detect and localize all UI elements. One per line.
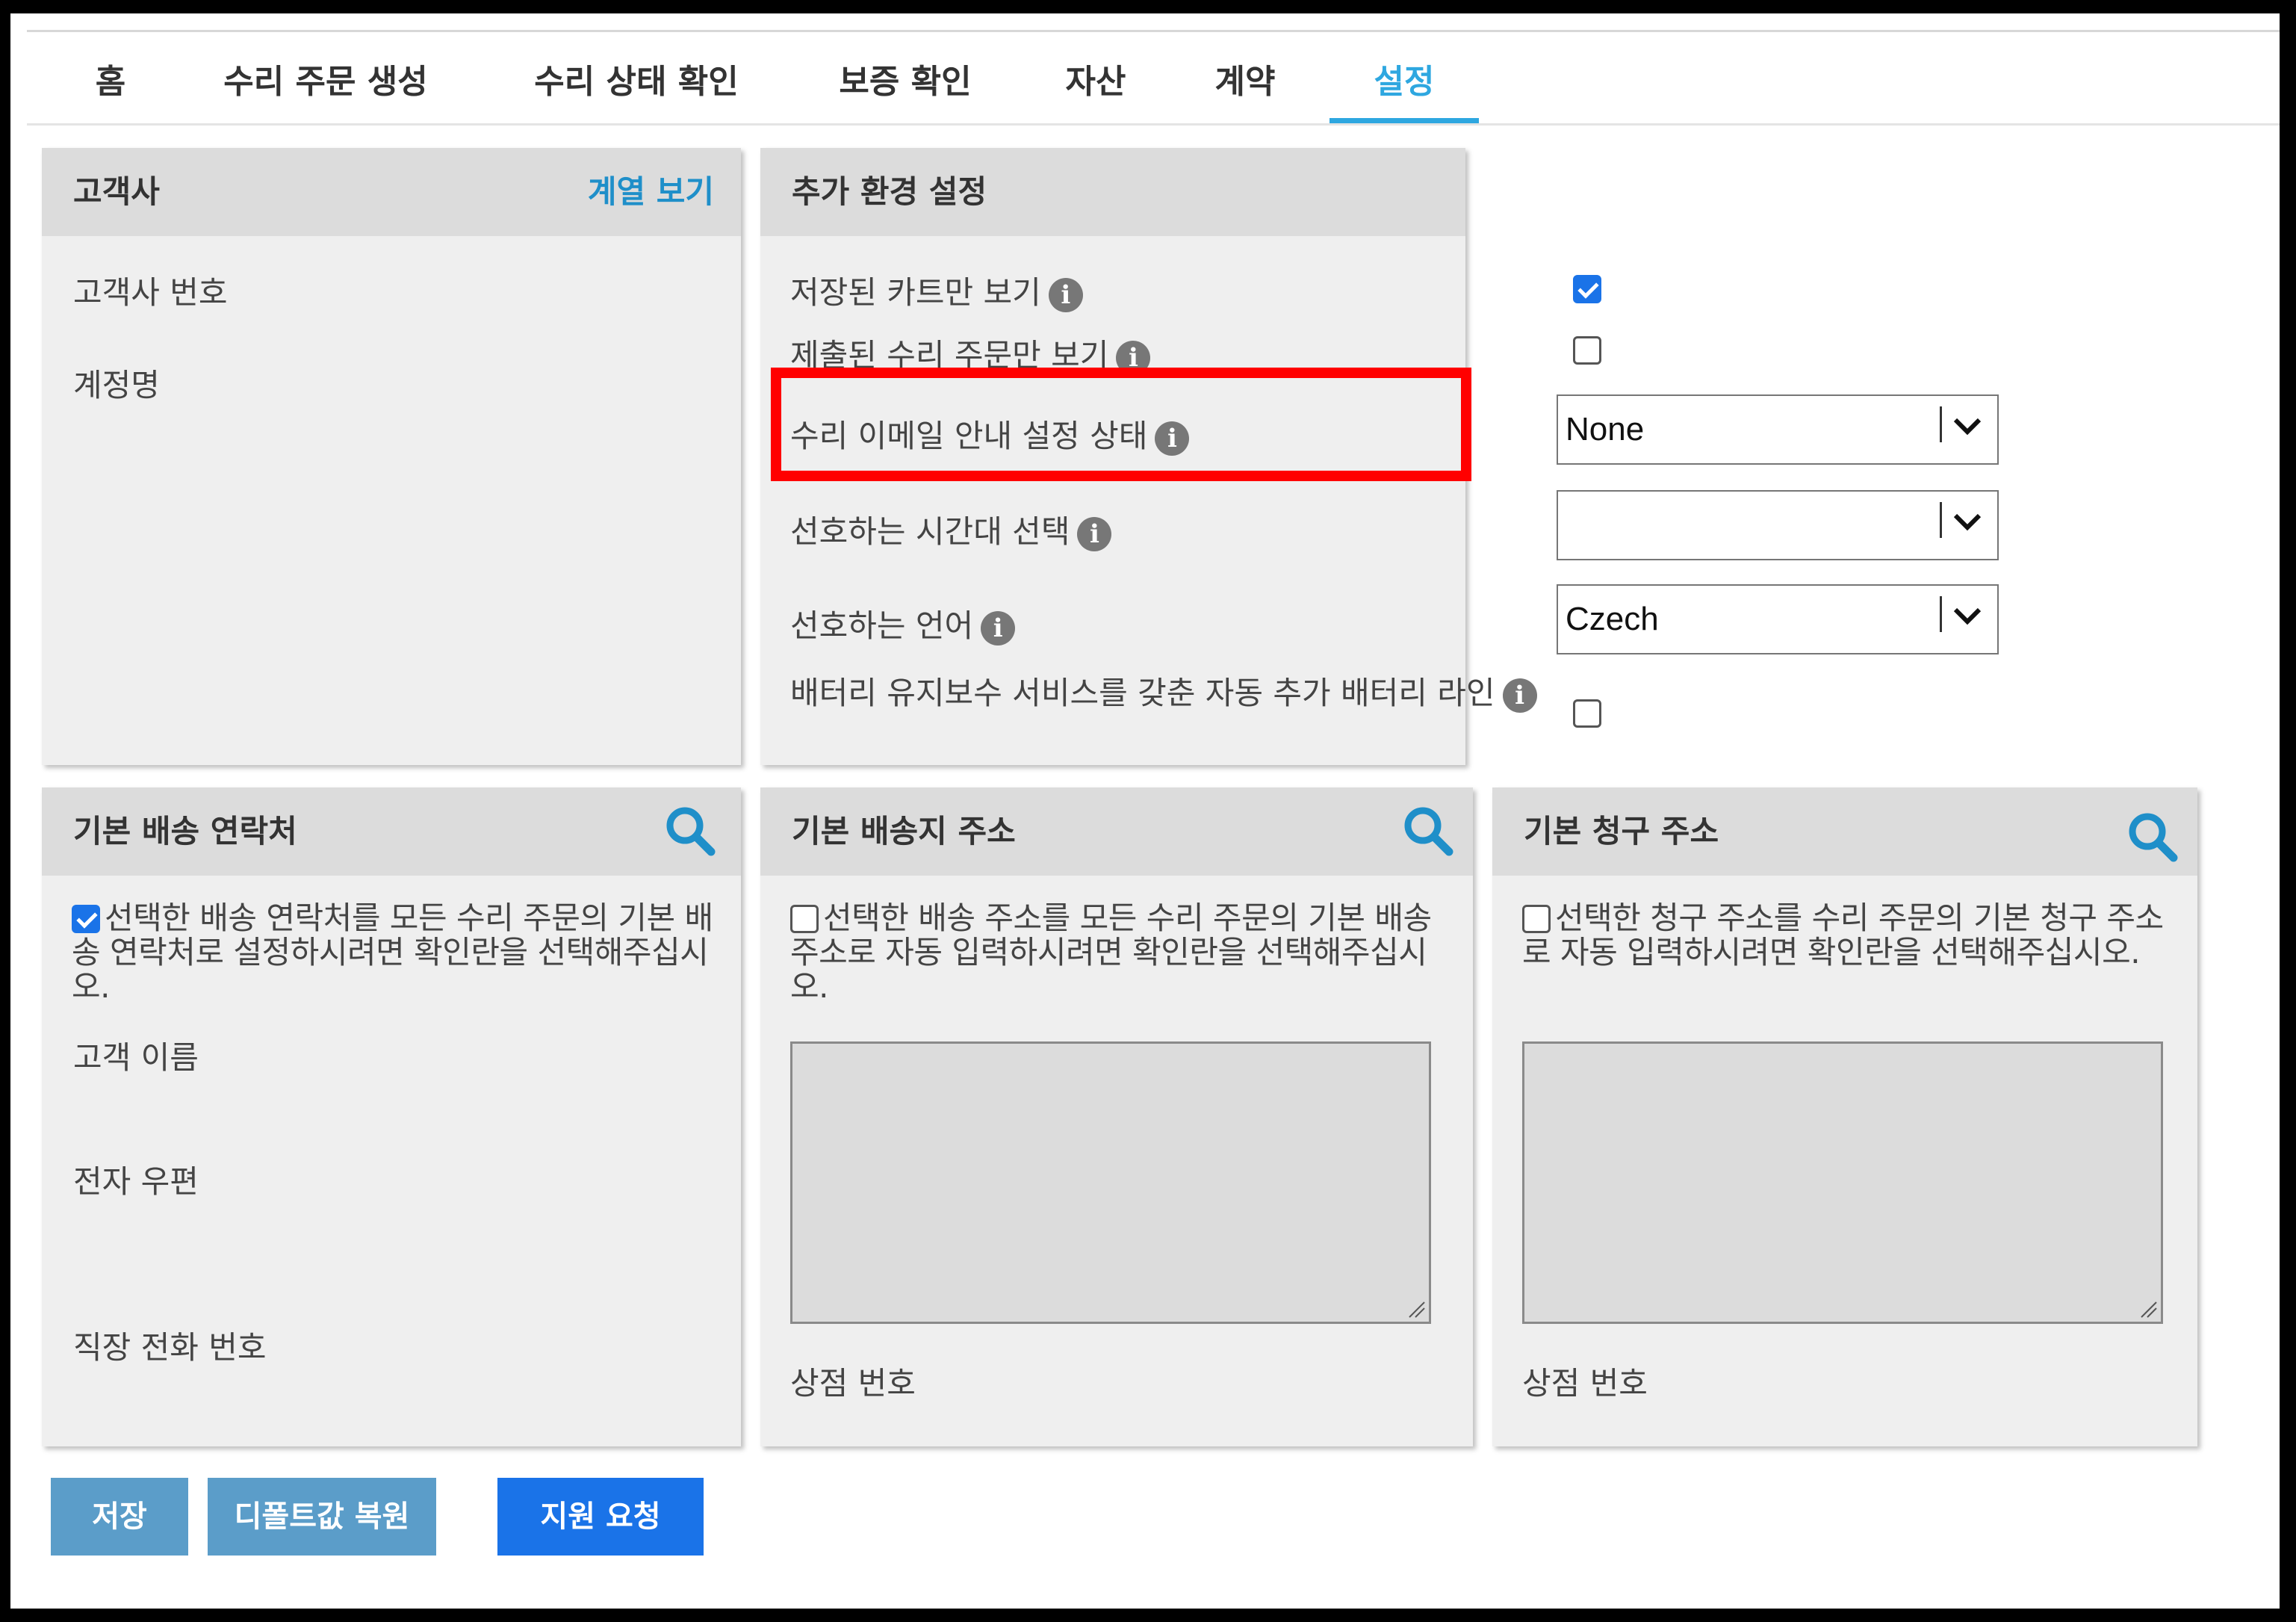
info-icon[interactable]: i (981, 610, 1016, 646)
shipping-address-title: 기본 배송지 주소 (792, 813, 1016, 849)
shipping-contact-default-checkbox[interactable] (72, 905, 100, 933)
default-shipping-address-panel: 기본 배송지 주소 선택한 배송 주소를 모든 수리 주문의 기본 배송 주소로… (760, 787, 1473, 1446)
chevron-down-icon (1953, 513, 1982, 531)
search-icon[interactable] (2126, 810, 2179, 864)
billing-store-number-label: 상점 번호 (1522, 1365, 1648, 1402)
support-request-button[interactable]: 지원 요청 (497, 1478, 704, 1556)
shipping-address-default-option: 선택한 배송 주소를 모든 수리 주문의 기본 배송 주소로 자동 입력하시려면… (790, 901, 1448, 1004)
customer-panel: 고객사 계열 보기 고객사 번호 계정명 (42, 148, 741, 765)
search-icon[interactable] (663, 804, 717, 858)
email-notification-select[interactable]: None (1557, 394, 1999, 465)
billing-address-default-option: 선택한 청구 주소를 수리 주문의 기본 청구 주소로 자동 입력하시려면 확인… (1522, 901, 2179, 970)
shipping-address-default-desc: 선택한 배송 주소를 모든 수리 주문의 기본 배송 주소로 자동 입력하시려면… (790, 900, 1432, 1005)
shipping-contact-default-option: 선택한 배송 연락처를 모든 수리 주문의 기본 배송 연락처로 설정하시려면 … (72, 901, 729, 1004)
shipping-contact-title: 기본 배송 연락처 (73, 813, 297, 849)
work-phone-label: 직장 전화 번호 (73, 1329, 267, 1366)
timezone-select[interactable] (1557, 490, 1999, 560)
tab-warranty-check[interactable]: 보증 확인 (823, 32, 987, 123)
tab-contracts[interactable]: 계약 (1204, 32, 1286, 123)
top-nav: 홈 수리 주문 생성 수리 상태 확인 보증 확인 자산 계약 설정 (27, 30, 2280, 126)
resize-handle-icon[interactable] (1405, 1298, 1426, 1319)
timezone-label: 선호하는 시간대 선택 (790, 513, 1070, 550)
default-billing-address-panel: 기본 청구 주소 선택한 청구 주소를 수리 주문의 기본 청구 주소로 자동 … (1492, 787, 2197, 1446)
shipping-contact-header: 기본 배송 연락처 (42, 787, 741, 876)
email-notification-value: None (1566, 411, 1645, 448)
shipping-address-default-checkbox[interactable] (790, 905, 819, 933)
customer-number-label: 고객사 번호 (73, 274, 228, 311)
restore-defaults-button[interactable]: 디폴트값 복원 (208, 1478, 436, 1556)
chevron-down-icon (1953, 607, 1982, 625)
account-name-label: 계정명 (73, 367, 160, 403)
battery-line-row: 배터리 유지보수 서비스를 갖춘 자동 추가 배터리 라인 i (790, 675, 1549, 713)
billing-address-default-checkbox[interactable] (1522, 905, 1551, 933)
billing-address-textarea[interactable] (1522, 1041, 2163, 1324)
info-icon[interactable]: i (1077, 516, 1112, 551)
tab-repair-status[interactable]: 수리 상태 확인 (517, 32, 756, 123)
language-label: 선호하는 언어 (790, 607, 974, 644)
tab-home[interactable]: 홈 (87, 32, 134, 123)
billing-address-title: 기본 청구 주소 (1524, 813, 1719, 849)
preferences-panel-title: 추가 환경 설정 (792, 173, 987, 210)
submitted-orders-only-checkbox[interactable] (1573, 336, 1601, 365)
language-row: 선호하는 언어 i (790, 601, 1016, 646)
shipping-contact-default-desc: 선택한 배송 연락처를 모든 수리 주문의 기본 배송 연락처로 설정하시려면 … (72, 900, 713, 1005)
tab-create-repair-order[interactable]: 수리 주문 생성 (206, 32, 445, 123)
info-icon[interactable]: i (1502, 678, 1537, 713)
customer-panel-header: 고객사 계열 보기 (42, 148, 741, 236)
view-hierarchy-link[interactable]: 계열 보기 (588, 148, 714, 236)
tab-settings[interactable]: 설정 (1329, 32, 1479, 123)
shipping-address-textarea[interactable] (790, 1041, 1431, 1324)
preferences-panel-header: 추가 환경 설정 (760, 148, 1465, 236)
highlight-box (771, 368, 1471, 481)
customer-panel-title: 고객사 (73, 173, 160, 210)
language-value: Czech (1566, 601, 1659, 637)
billing-address-default-desc: 선택한 청구 주소를 수리 주문의 기본 청구 주소로 자동 입력하시려면 확인… (1522, 900, 2164, 971)
tab-assets[interactable]: 자산 (1055, 32, 1137, 123)
search-icon[interactable] (1401, 804, 1455, 858)
saved-carts-only-row: 저장된 카트만 보기 i (790, 267, 1083, 313)
default-shipping-contact-panel: 기본 배송 연락처 선택한 배송 연락처를 모든 수리 주문의 기본 배송 연락… (42, 787, 741, 1446)
resize-handle-icon[interactable] (2137, 1298, 2158, 1319)
email-label: 전자 우편 (73, 1163, 199, 1200)
settings-page: 홈 수리 주문 생성 수리 상태 확인 보증 확인 자산 계약 설정 고객사 계… (10, 13, 2280, 1609)
billing-address-header: 기본 청구 주소 (1492, 787, 2197, 876)
timezone-row: 선호하는 시간대 선택 i (790, 507, 1112, 552)
info-icon[interactable]: i (1048, 277, 1083, 312)
save-button[interactable]: 저장 (51, 1478, 188, 1556)
chevron-down-icon (1953, 418, 1982, 436)
language-select[interactable]: Czech (1557, 584, 1999, 654)
customer-name-label: 고객 이름 (73, 1039, 199, 1076)
battery-line-label: 배터리 유지보수 서비스를 갖춘 자동 추가 배터리 라인 (790, 675, 1495, 711)
shipping-store-number-label: 상점 번호 (790, 1365, 916, 1402)
saved-carts-only-checkbox[interactable] (1573, 275, 1601, 303)
saved-carts-only-label: 저장된 카트만 보기 (790, 274, 1041, 311)
shipping-address-header: 기본 배송지 주소 (760, 787, 1473, 876)
battery-line-checkbox[interactable] (1573, 699, 1601, 728)
